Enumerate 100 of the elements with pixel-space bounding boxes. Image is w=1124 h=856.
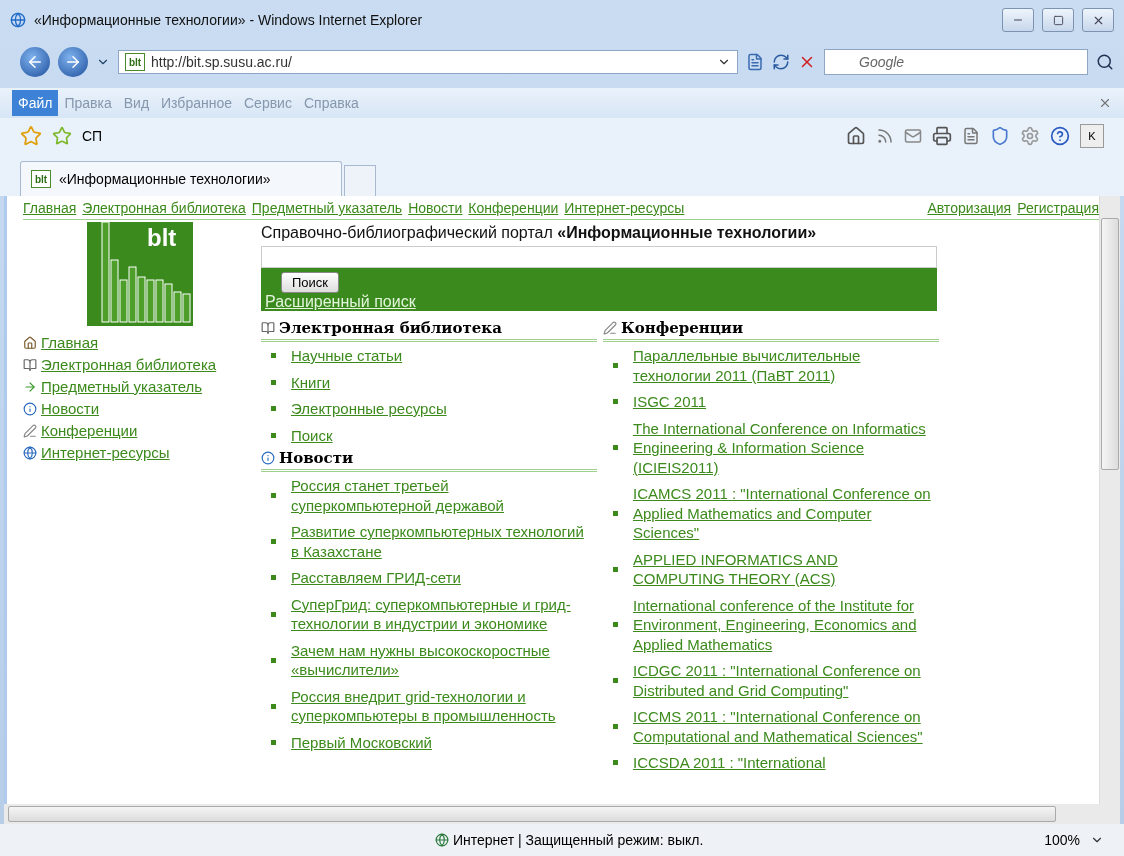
refresh-icon[interactable] [772, 53, 790, 71]
maximize-button[interactable] [1042, 8, 1074, 32]
printer-icon[interactable] [932, 126, 952, 146]
close-icon[interactable] [1098, 96, 1112, 110]
list-link[interactable]: Развитие суперкомпьютерных технологий в Казахстане [291, 522, 591, 561]
horizontal-scrollbar[interactable] [4, 804, 1120, 824]
menu-item[interactable]: Вид [117, 90, 156, 116]
list-link[interactable]: ICCMS 2011 : "International Conference on Computational and Mathematical Sciences" [633, 707, 933, 746]
account-link[interactable]: Авторизация [927, 200, 1012, 216]
list-link[interactable]: Расставляем ГРИД-сети [291, 568, 461, 588]
search-icon[interactable] [1096, 53, 1114, 71]
bullet-icon [613, 363, 618, 368]
list-link[interactable]: Научные статьи [291, 346, 403, 366]
sidebar-link[interactable]: Электронная библиотека [41, 354, 217, 376]
settings-icon[interactable] [1020, 126, 1040, 146]
list-link[interactable]: Поиск [291, 425, 333, 445]
nav-link[interactable]: Электронная библиотека [82, 200, 246, 216]
minimize-button[interactable] [1002, 8, 1034, 32]
menu-item[interactable]: Избранное [155, 90, 238, 116]
maximize-icon [1052, 14, 1064, 26]
bullet-icon [271, 406, 276, 412]
bullet-icon [613, 399, 618, 405]
list-link[interactable]: Зачем нам нужны высокоскоростные «вычислители» [291, 640, 591, 680]
menu-item[interactable]: Правка [58, 90, 118, 116]
window-title: «Информационные технологии» - Windows Internet Explorer [34, 12, 424, 28]
bullet-icon [613, 510, 618, 516]
zoom-level[interactable]: 100% [1044, 832, 1080, 848]
list-link[interactable]: СуперГрид: суперкомпьютерные и грид-технологии в индустрии и экономике [291, 594, 591, 634]
sidebar-link[interactable]: Главная [41, 332, 99, 354]
browser-logo-icon [10, 12, 26, 28]
list-link[interactable]: ICCSDA 2011 : "International [633, 753, 826, 773]
note-icon [23, 424, 37, 438]
rss-icon[interactable] [876, 127, 894, 145]
menu-item[interactable]: Справка [297, 90, 365, 116]
sidebar-link[interactable]: Новости [41, 398, 100, 420]
account-link[interactable]: Регистрация [1017, 200, 1099, 216]
forward-button[interactable] [58, 47, 88, 77]
bullet-icon [613, 678, 618, 683]
list-link[interactable]: ICAMCS 2011 : "International Conference on Applied Mathematics and Computer Sciences" [633, 484, 933, 543]
bullet-icon [271, 575, 276, 581]
bullet-icon [271, 379, 276, 385]
section-title: Электронная библиотека [261, 319, 597, 342]
bullet-icon [271, 703, 276, 709]
search-field[interactable]: Google [824, 49, 1088, 75]
list-link[interactable]: International conference of the Institute for Environment, Engineering, Economics and Applied Mathematics [633, 595, 933, 654]
menu-item[interactable]: Файл [12, 90, 59, 116]
list-link[interactable]: Электронные ресурсы [291, 399, 447, 419]
globe-icon [23, 446, 37, 460]
back-arrow-icon [26, 53, 44, 71]
bullet-icon [613, 566, 618, 572]
list-link[interactable]: Книги [291, 372, 331, 392]
page-icon[interactable] [962, 127, 980, 145]
list-link[interactable]: APPLIED INFORMATICS AND COMPUTING THEORY (ACS) [633, 549, 933, 589]
info-icon [261, 451, 275, 465]
bullet-icon [271, 739, 276, 745]
list-link[interactable]: Первый Московский [291, 732, 432, 752]
advanced-search-link[interactable]: Расширенный поиск [265, 293, 416, 311]
sidebar-link[interactable]: Конференции [41, 420, 138, 442]
list-link[interactable]: Параллельные вычислительные технологии 2011 (ПаВТ 2011) [633, 346, 933, 385]
add-favorite-icon[interactable] [52, 126, 72, 146]
list-link[interactable]: The International Conference on Informatics Engineering & Information Science (ICIEIS2011) [633, 418, 933, 477]
home-icon [23, 336, 37, 350]
nav-link[interactable]: Предметный указатель [251, 200, 403, 216]
key-button[interactable]: K [1080, 124, 1104, 148]
info-icon [23, 402, 37, 416]
forward-arrow-icon [64, 53, 82, 71]
sidebar-link[interactable]: Предметный указатель [41, 376, 203, 398]
sidebar-link[interactable]: Интернет-ресурсы [41, 442, 170, 464]
tab-label: «Информационные технологии» [59, 171, 271, 187]
bullet-icon [271, 611, 276, 617]
search-input[interactable] [261, 246, 937, 268]
browser-tab[interactable]: blt «Информационные технологии» [20, 161, 342, 196]
security-zone-status: Интернет | Защищенный режим: выкл. [453, 832, 704, 848]
favorites-star-icon[interactable] [20, 125, 42, 147]
shield-icon[interactable] [990, 126, 1010, 146]
search-button[interactable]: Поиск [281, 272, 340, 293]
bullet-icon [613, 445, 618, 451]
mail-icon[interactable] [904, 127, 922, 145]
nav-link[interactable]: Главная [23, 200, 77, 216]
nav-link[interactable]: Новости [408, 200, 463, 216]
portal-heading: Справочно-библиографический портал «Информационные технологии» [261, 224, 818, 242]
bullet-icon [613, 724, 618, 729]
help-icon[interactable] [1050, 126, 1070, 146]
bullet-icon [271, 657, 276, 663]
close-button[interactable] [1082, 8, 1114, 32]
back-button[interactable] [20, 47, 50, 77]
vertical-scrollbar[interactable] [1099, 196, 1120, 804]
nav-link[interactable]: Интернет-ресурсы [564, 200, 685, 216]
site-logo: blt [87, 222, 193, 326]
list-link[interactable]: ICDGC 2011 : "International Conference on Distributed and Grid Computing" [633, 661, 933, 700]
list-link[interactable]: Россия станет третьей суперкомпьютерной державой [291, 476, 591, 515]
favorite-link[interactable]: СП [82, 128, 103, 144]
list-link[interactable]: ISGC 2011 [633, 392, 707, 412]
globe-icon [435, 833, 449, 847]
home-icon[interactable] [846, 126, 866, 146]
list-link[interactable]: Россия внедрит grid-технологии и суперкомпьютеры в промышленность [291, 686, 591, 726]
bullet-icon [271, 493, 276, 498]
nav-link[interactable]: Конференции [468, 200, 559, 216]
menu-item[interactable]: Сервис [238, 90, 298, 116]
address-field[interactable]: blt http://bit.sp.susu.ac.ru/ [118, 50, 738, 74]
